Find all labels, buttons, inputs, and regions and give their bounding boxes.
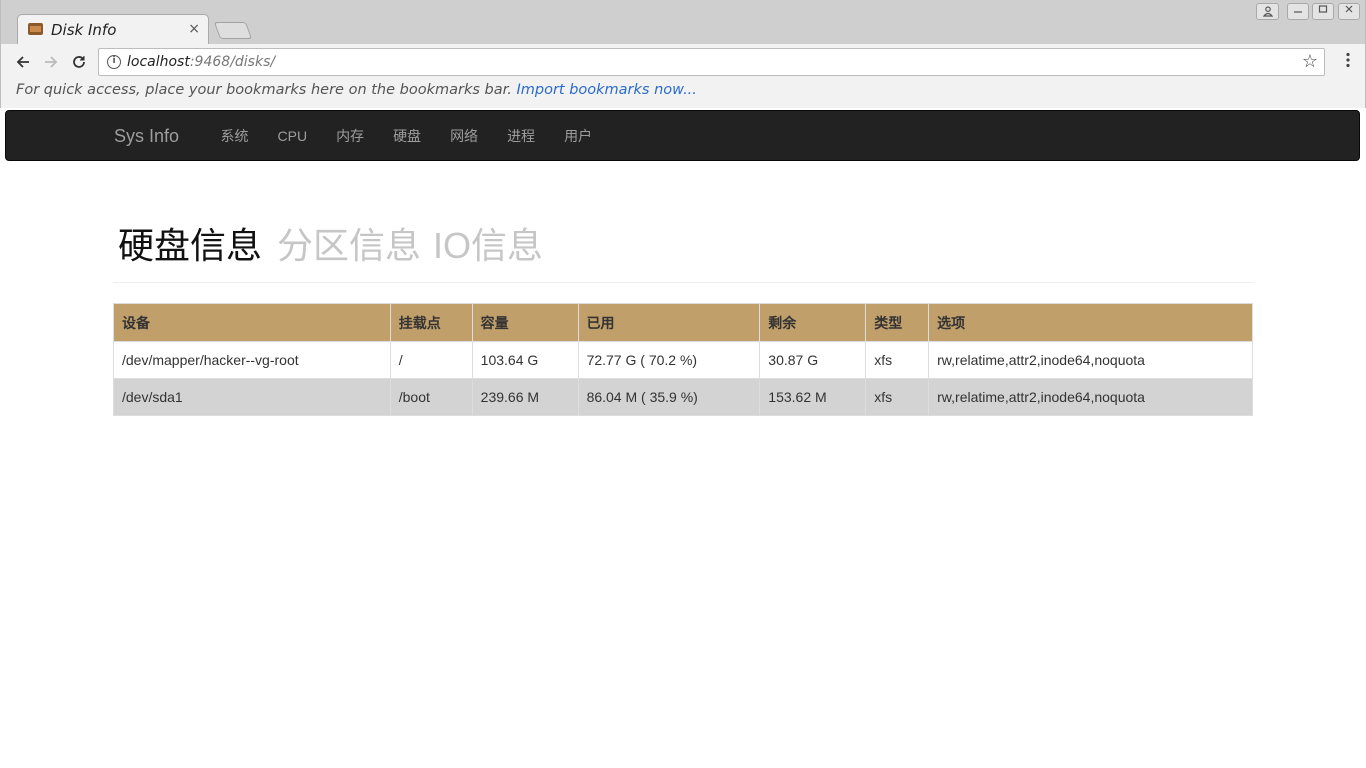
tab-disk-info[interactable]: Disk Info × [17,14,209,44]
column-header-device: 设备 [113,303,391,342]
table-row: /dev/sda1 /boot 239.66 M 86.04 M ( 35.9 … [113,378,1253,416]
cell-options: rw,relatime,attr2,inode64,noquota [928,341,1253,379]
column-header-capacity: 容量 [471,303,579,342]
nav-link-disk[interactable]: 硬盘 [379,111,436,161]
cell-used: 72.77 G ( 70.2 %) [577,341,761,379]
cell-used: 86.04 M ( 35.9 %) [577,378,761,416]
user-icon[interactable] [1256,3,1279,20]
new-tab-button[interactable] [213,22,253,39]
cell-device: /dev/sda1 [113,378,391,416]
back-arrow-icon[interactable] [11,50,35,74]
cell-capacity: 103.64 G [471,341,579,379]
navbar-links: 系统 CPU 内存 硬盘 网络 进程 用户 [206,111,607,161]
browser-toolbar: i localhost:9468/disks/ ☆ [1,44,1365,80]
maximize-icon[interactable] [1312,3,1334,20]
column-header-mount: 挂载点 [389,303,473,342]
tab-title: Disk Info [51,21,117,39]
table-header-row: 设备 挂载点 容量 已用 剩余 类型 选项 [113,303,1253,342]
cell-mount: / [389,341,473,379]
star-icon[interactable]: ☆ [1302,51,1318,72]
cell-mount: /boot [389,378,473,416]
column-header-options: 选项 [928,303,1253,342]
forward-arrow-icon[interactable] [39,50,63,74]
column-header-free: 剩余 [759,303,867,342]
column-header-type: 类型 [865,303,930,342]
url-path: :9468/disks/ [189,54,276,70]
navbar-brand[interactable]: Sys Info [114,126,179,147]
browser-chrome: Disk Info × i localhost:9468/disks/ ☆ Fo… [0,0,1366,108]
tab-partition-info[interactable]: 分区信息 [277,222,421,270]
address-bar[interactable]: i localhost:9468/disks/ ☆ [98,48,1325,76]
tab-strip: Disk Info × [1,0,1365,44]
bookmarks-hint: For quick access, place your bookmarks h… [16,82,512,98]
nav-link-memory[interactable]: 内存 [322,111,379,161]
reload-icon[interactable] [67,50,91,74]
disk-table: 设备 挂载点 容量 已用 剩余 类型 选项 /dev/mapper/hacker… [113,303,1253,416]
menu-icon[interactable] [1345,52,1351,68]
cell-type: xfs [865,378,930,416]
import-bookmarks-link[interactable]: Import bookmarks now... [516,82,696,98]
page-header: 硬盘信息 分区信息 IO信息 [113,222,1253,283]
table-row: /dev/mapper/hacker--vg-root / 103.64 G 7… [113,341,1253,379]
tab-io-info[interactable]: IO信息 [433,222,543,270]
url-host: localhost [127,54,190,70]
nav-link-user[interactable]: 用户 [550,111,607,161]
bookmarks-bar: For quick access, place your bookmarks h… [16,82,697,98]
nav-link-network[interactable]: 网络 [436,111,493,161]
folder-favicon-icon [28,23,43,35]
cell-free: 30.87 G [759,341,867,379]
tab-close-icon[interactable]: × [188,21,200,37]
nav-link-cpu[interactable]: CPU [263,111,322,161]
cell-device: /dev/mapper/hacker--vg-root [113,341,391,379]
minimize-icon[interactable] [1287,3,1309,20]
nav-link-process[interactable]: 进程 [493,111,550,161]
cell-free: 153.62 M [759,378,867,416]
nav-link-system[interactable]: 系统 [206,111,263,161]
cell-capacity: 239.66 M [471,378,579,416]
cell-options: rw,relatime,attr2,inode64,noquota [928,378,1253,416]
tab-disk-info[interactable]: 硬盘信息 [118,222,262,270]
url-text: localhost:9468/disks/ [127,54,275,70]
site-navbar: Sys Info 系统 CPU 内存 硬盘 网络 进程 用户 [5,110,1360,161]
cell-type: xfs [865,341,930,379]
column-header-used: 已用 [577,303,761,342]
info-icon[interactable]: i [107,55,121,69]
close-icon[interactable] [1338,3,1360,20]
